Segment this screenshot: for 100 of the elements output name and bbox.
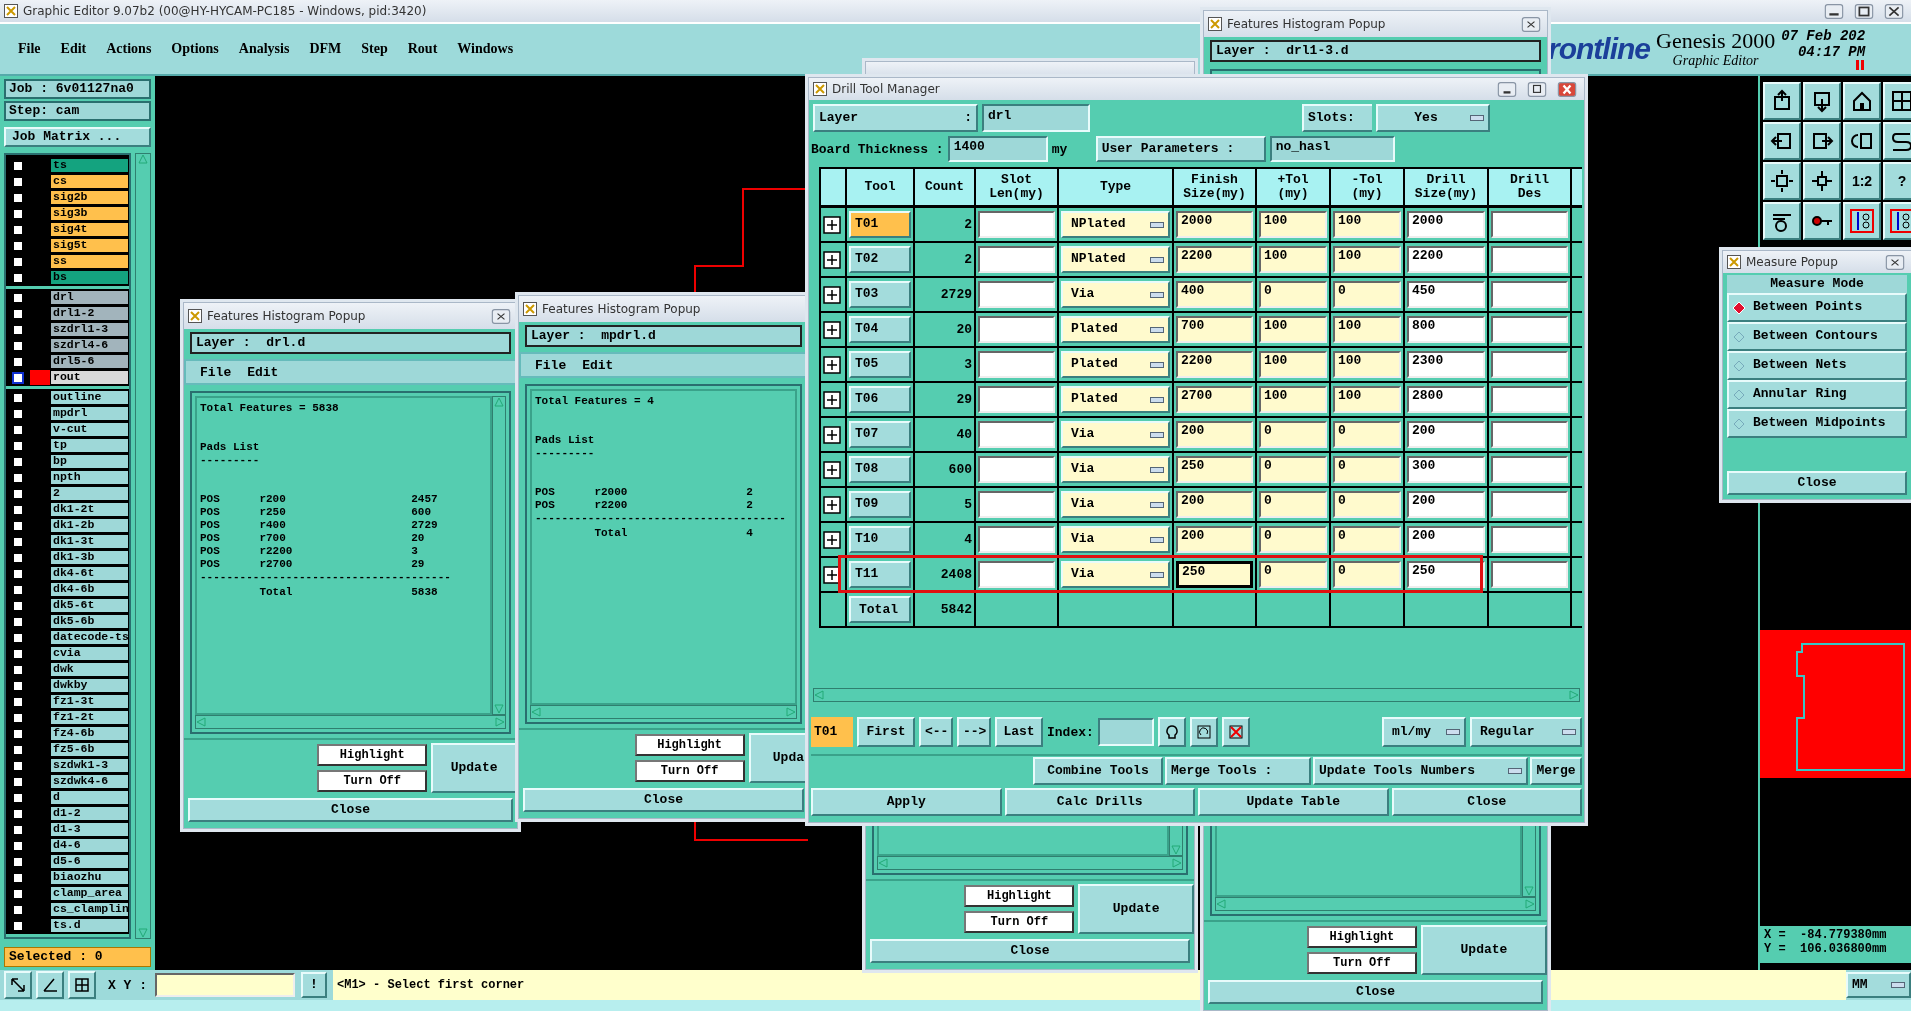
- layer-checkbox[interactable]: [12, 159, 24, 172]
- update-numbers-dropdown[interactable]: Update Tools Numbers: [1313, 757, 1528, 785]
- tool-value-field[interactable]: 200: [1407, 421, 1485, 448]
- layer-name[interactable]: d: [50, 790, 129, 805]
- update-button[interactable]: Update: [1078, 884, 1194, 934]
- tool-value-field[interactable]: [1491, 456, 1568, 483]
- layer-name[interactable]: dk1-3b: [50, 550, 129, 565]
- layer-name[interactable]: mpdrl: [50, 406, 129, 421]
- layer-name[interactable]: szdrl1-3: [50, 322, 129, 337]
- tool-button[interactable]: T08: [849, 456, 911, 483]
- type-dropdown[interactable]: Via: [1061, 281, 1170, 308]
- tool-value-field[interactable]: 100: [1333, 351, 1401, 378]
- tool-value-field[interactable]: [978, 351, 1055, 378]
- layer-name[interactable]: dwkby: [50, 678, 129, 693]
- layer-name[interactable]: ts.d: [50, 918, 129, 933]
- measure-mode-option[interactable]: Between Contours: [1727, 322, 1907, 351]
- update-button[interactable]: Upda: [748, 733, 808, 783]
- layer-name[interactable]: dk1-3t: [50, 534, 129, 549]
- layer-checkbox[interactable]: [12, 583, 24, 596]
- menu-item[interactable]: File: [200, 364, 232, 380]
- tool-button[interactable]: [1803, 202, 1841, 240]
- tool-value-field[interactable]: 100: [1259, 246, 1327, 273]
- dialog-button[interactable]: Calc Drills: [1004, 788, 1195, 816]
- layer-checkbox[interactable]: [12, 323, 24, 336]
- layer-checkbox[interactable]: [12, 423, 24, 436]
- turn-off-button[interactable]: Turn Off: [1306, 952, 1417, 974]
- layer-checkbox[interactable]: [12, 291, 24, 304]
- layer-checkbox[interactable]: [12, 355, 24, 368]
- tool-value-field[interactable]: 0: [1259, 281, 1327, 308]
- tool-value-field[interactable]: [978, 316, 1055, 343]
- menu-item[interactable]: Edit: [50, 41, 97, 57]
- tool-value-field[interactable]: [1491, 526, 1568, 553]
- layer-checkbox[interactable]: [12, 487, 24, 500]
- expand-icon[interactable]: [823, 460, 841, 479]
- measure-mode-option[interactable]: Between Midpoints: [1727, 409, 1907, 438]
- expand-icon[interactable]: [823, 285, 841, 304]
- tool-value-field[interactable]: 2200: [1176, 351, 1253, 378]
- type-dropdown[interactable]: Plated: [1061, 316, 1170, 343]
- tool-button[interactable]: T11: [849, 561, 911, 588]
- tool-button[interactable]: [1843, 122, 1881, 160]
- horizontal-scrollbar[interactable]: [530, 705, 797, 719]
- layer-name[interactable]: fz1-2t: [50, 710, 129, 725]
- tool-value-field[interactable]: 200: [1407, 526, 1485, 553]
- layer-checkbox[interactable]: [12, 663, 24, 676]
- layer-checkbox[interactable]: [12, 775, 24, 788]
- tool-value-field[interactable]: 100: [1333, 211, 1401, 238]
- tool-value-field[interactable]: [978, 386, 1055, 413]
- expand-icon[interactable]: [823, 390, 841, 409]
- turn-off-button[interactable]: Turn Off: [317, 770, 428, 792]
- menu-item[interactable]: Edit: [582, 357, 614, 373]
- layer-checkbox[interactable]: [12, 471, 24, 484]
- layer-name[interactable]: clamp_area: [50, 886, 129, 901]
- tool-value-field[interactable]: 0: [1333, 561, 1401, 588]
- tool-button[interactable]: [1763, 82, 1801, 120]
- tool-button[interactable]: [1843, 82, 1881, 120]
- tool-value-field[interactable]: 100: [1259, 211, 1327, 238]
- layer-name[interactable]: ss: [50, 254, 129, 269]
- tool-value-field[interactable]: [978, 246, 1055, 273]
- type-dropdown[interactable]: Via: [1061, 561, 1170, 588]
- tool-value-field[interactable]: 2300: [1407, 351, 1485, 378]
- layer-checkbox[interactable]: [12, 223, 24, 236]
- menu-item[interactable]: Step: [351, 41, 398, 57]
- layer-checkbox[interactable]: [12, 551, 24, 564]
- tool-value-field[interactable]: 0: [1333, 456, 1401, 483]
- icon-button[interactable]: [1157, 717, 1186, 747]
- horizontal-scrollbar[interactable]: [1215, 897, 1536, 911]
- dialog-button[interactable]: Update Table: [1198, 788, 1389, 816]
- turn-off-button[interactable]: Turn Off: [964, 911, 1075, 933]
- layer-name[interactable]: drl5-6: [50, 354, 129, 369]
- tool-value-field[interactable]: 200: [1407, 491, 1485, 518]
- expand-icon[interactable]: [823, 320, 841, 339]
- tool-value-field[interactable]: 2200: [1176, 246, 1253, 273]
- index-field[interactable]: [1097, 718, 1154, 746]
- tool-value-field[interactable]: 400: [1176, 281, 1253, 308]
- layer-name[interactable]: szdrl4-6: [50, 338, 129, 353]
- layer-checkbox[interactable]: [12, 679, 24, 692]
- coordinate-field[interactable]: [155, 973, 295, 997]
- layer-checkbox[interactable]: [12, 743, 24, 756]
- layer-checkbox[interactable]: [12, 191, 24, 204]
- layer-checkbox[interactable]: [12, 759, 24, 772]
- layer-checkbox[interactable]: [12, 207, 24, 220]
- menu-item[interactable]: File: [535, 357, 567, 373]
- layer-checkbox[interactable]: [12, 919, 24, 932]
- tool-value-field[interactable]: 100: [1259, 316, 1327, 343]
- tool-button[interactable]: [1883, 82, 1911, 120]
- layer-name[interactable]: sig4t: [50, 222, 129, 237]
- close-button[interactable]: Close: [870, 939, 1190, 963]
- highlight-button[interactable]: Highlight: [317, 744, 428, 766]
- tool-value-field[interactable]: [978, 281, 1055, 308]
- tool-value-field[interactable]: 0: [1259, 421, 1327, 448]
- expand-icon[interactable]: [823, 355, 841, 374]
- close-button[interactable]: Close: [1727, 471, 1907, 495]
- tool-value-field[interactable]: [1491, 351, 1568, 378]
- layer-checkbox[interactable]: [12, 695, 24, 708]
- highlight-button[interactable]: Highlight: [634, 734, 745, 756]
- update-button[interactable]: Update: [1420, 925, 1547, 975]
- tool-value-field[interactable]: [978, 561, 1055, 588]
- measure-mode-option[interactable]: Between Points: [1727, 293, 1907, 322]
- tool-value-field[interactable]: 450: [1407, 281, 1485, 308]
- type-dropdown[interactable]: NPlated: [1061, 211, 1170, 238]
